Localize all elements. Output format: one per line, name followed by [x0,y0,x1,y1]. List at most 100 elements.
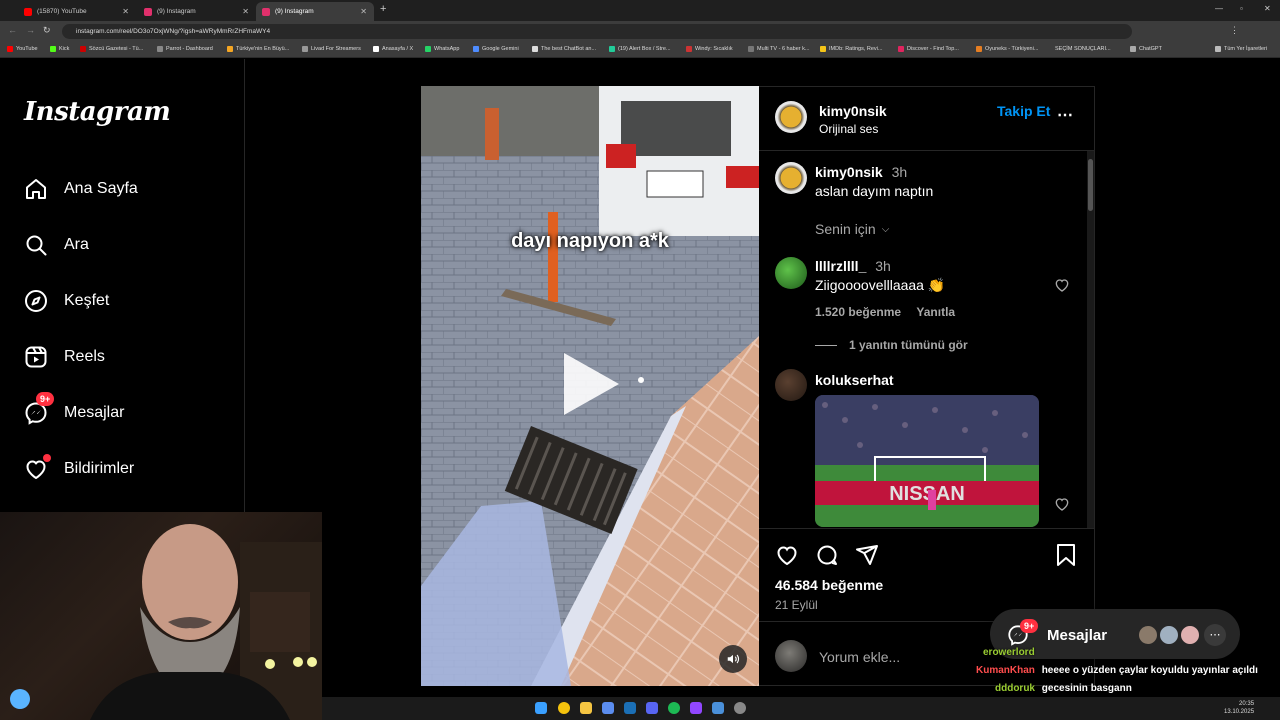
bookmark-item[interactable]: WhatsApp [425,46,459,52]
post-date: 21 Eylül [775,598,818,612]
bookmark-item[interactable]: Türkiye'nin En Büyü... [227,46,289,52]
comment-input[interactable]: Yorum ekle... [819,649,900,665]
comment-like-heart-icon[interactable] [1054,277,1070,293]
scrollbar-thumb[interactable] [1088,159,1093,211]
file-explorer-icon[interactable] [580,702,592,714]
sidebar-item-notifications[interactable]: Bildirimler [24,454,134,484]
tab-title: (9) Instagram [275,8,314,15]
actions-divider [759,528,1094,529]
bookmark-item[interactable]: Multi TV - 6 haber k... [748,46,809,52]
app-icon[interactable] [712,702,724,714]
bookmark-item[interactable]: Google Gemini [473,46,519,52]
tab-instagram-1[interactable]: (9) Instagram ✕ [138,2,256,21]
tab-instagram-active[interactable]: (9) Instagram ✕ [256,2,374,21]
sidebar-item-search[interactable]: Ara [24,230,89,260]
windows-taskbar: 20:35 13.10.2025 [322,697,1280,720]
share-plane-icon[interactable] [855,543,879,567]
app-icon[interactable] [734,702,746,714]
like-count[interactable]: 46.584 beğenme [775,577,883,593]
ad-board-text: NISSAN [889,483,965,505]
commenter-avatar[interactable] [775,369,807,401]
chat-message: KumanKhan heeee o yüzden çaylar koyuldu … [976,665,1258,676]
address-toolbar: ← → ↻ instagram.com/reel/DO3o7OxjWNg/?ig… [0,21,1280,42]
discord-icon[interactable] [646,702,658,714]
comment-time: 3h [875,258,891,274]
reply-button[interactable]: Yanıtla [916,305,955,319]
bookmark-save-icon[interactable] [1055,543,1077,567]
sidebar-item-reels[interactable]: Reels [24,342,105,372]
comments-scrollbar[interactable] [1087,151,1094,528]
bookmark-item[interactable]: Anasayfa / X [373,46,413,52]
url-input[interactable]: instagram.com/reel/DO3o7OxjWNg/?igsh=aWR… [62,24,1132,39]
audio-toggle-button[interactable] [719,645,747,673]
notification-dot [43,454,51,462]
comment-gif-image: NISSAN [815,395,1039,527]
messages-pill-label: Mesajlar [1047,627,1108,644]
bookmark-item[interactable]: (19) Alert Box / Stre... [609,46,671,52]
current-user-avatar [775,640,807,672]
sidebar-item-messages[interactable]: Mesajlar 9+ [24,392,125,428]
close-tab-icon[interactable]: ✕ [122,7,129,16]
like-heart-icon[interactable] [775,543,799,567]
comment-like-heart-icon[interactable] [1054,496,1070,512]
chat-text: gecesinin basgann [1041,683,1132,694]
comment-like-count[interactable]: 1.520 beğenme [815,305,901,319]
bookmark-item[interactable]: Windy: Sıcaklık [686,46,733,52]
close-tab-icon[interactable]: ✕ [360,7,367,16]
play-icon[interactable] [564,353,619,415]
app-icon[interactable] [690,702,702,714]
sidebar-item-home[interactable]: Ana Sayfa [24,174,138,204]
commenter-avatar[interactable] [775,257,807,289]
caption-avatar[interactable] [775,162,807,194]
bookmark-item[interactable]: YouTube [7,46,38,52]
new-tab-button[interactable]: + [380,3,386,15]
author-avatar[interactable] [775,101,807,133]
steam-icon[interactable] [624,702,636,714]
bookmark-item[interactable]: ChatGPT [1130,46,1162,52]
instagram-favicon-icon [144,7,152,16]
bookmark-item[interactable]: The best ChatBot an... [532,46,596,52]
audio-label[interactable]: Orijinal ses [819,122,878,136]
bookmark-item[interactable]: Discover - Find Top... [898,46,959,52]
instagram-logo[interactable]: Instagram [24,97,171,127]
bookmark-item[interactable]: IMDb: Ratings, Revi... [820,46,883,52]
reel-video[interactable]: dayı napıyon a*k [421,86,759,686]
start-menu-icon[interactable] [535,702,547,714]
reload-icon[interactable]: ↻ [43,25,51,36]
home-icon [26,179,46,199]
back-icon[interactable]: ← [8,25,17,35]
bookmark-item[interactable]: SEÇİM SONUÇLARI... [1055,46,1111,52]
maximize-icon[interactable]: ▫ [1240,4,1243,13]
extensions-icon[interactable]: ⋮ [1230,25,1239,36]
bookmark-item[interactable]: Kick [50,46,69,52]
view-replies-link[interactable]: 1 yanıtın tümünü gör [849,338,968,352]
chrome-icon[interactable] [558,702,570,714]
comment-sort-dropdown[interactable]: Senin için ⌵ [815,221,889,237]
bookmark-item[interactable]: Oyuneks - Türkiyeni... [976,46,1038,52]
close-tab-icon[interactable]: ✕ [242,7,249,16]
close-window-icon[interactable]: ✕ [1264,4,1271,13]
follow-button[interactable]: Takip Et [997,103,1050,119]
compass-icon [25,290,47,312]
all-bookmarks-folder[interactable]: Tüm Yer İşaretleri [1215,46,1267,52]
comment-image[interactable]: NISSAN [815,395,1039,527]
comment-bubble-icon[interactable] [815,543,839,567]
reels-icon [25,346,47,368]
sidebar-item-label: Mesajlar [64,404,125,421]
caption-username[interactable]: kimy0nsik [815,164,883,180]
tab-youtube[interactable]: (15870) YouTube ✕ [18,2,136,21]
bookmark-item[interactable]: Sözcü Gazetesi - Tü... [80,46,143,52]
bookmark-item[interactable]: Livad For Streamers [302,46,361,52]
sidebar-item-explore[interactable]: Keşfet [24,286,109,316]
bookmark-item[interactable]: Parrot - Dashboard [157,46,213,52]
author-username[interactable]: kimy0nsik [819,103,887,119]
comment-username[interactable]: llllrzllll_ [815,258,866,274]
comment-username[interactable]: kolukserhat [815,372,894,388]
minimize-icon[interactable]: — [1215,4,1223,13]
app-icon[interactable] [602,702,614,714]
forward-icon[interactable]: → [26,25,35,35]
youtube-favicon-icon [24,7,32,16]
system-clock[interactable]: 20:35 13.10.2025 [1224,700,1254,716]
more-options-icon[interactable]: ⋯ [1057,105,1074,125]
spotify-icon[interactable] [668,702,680,714]
